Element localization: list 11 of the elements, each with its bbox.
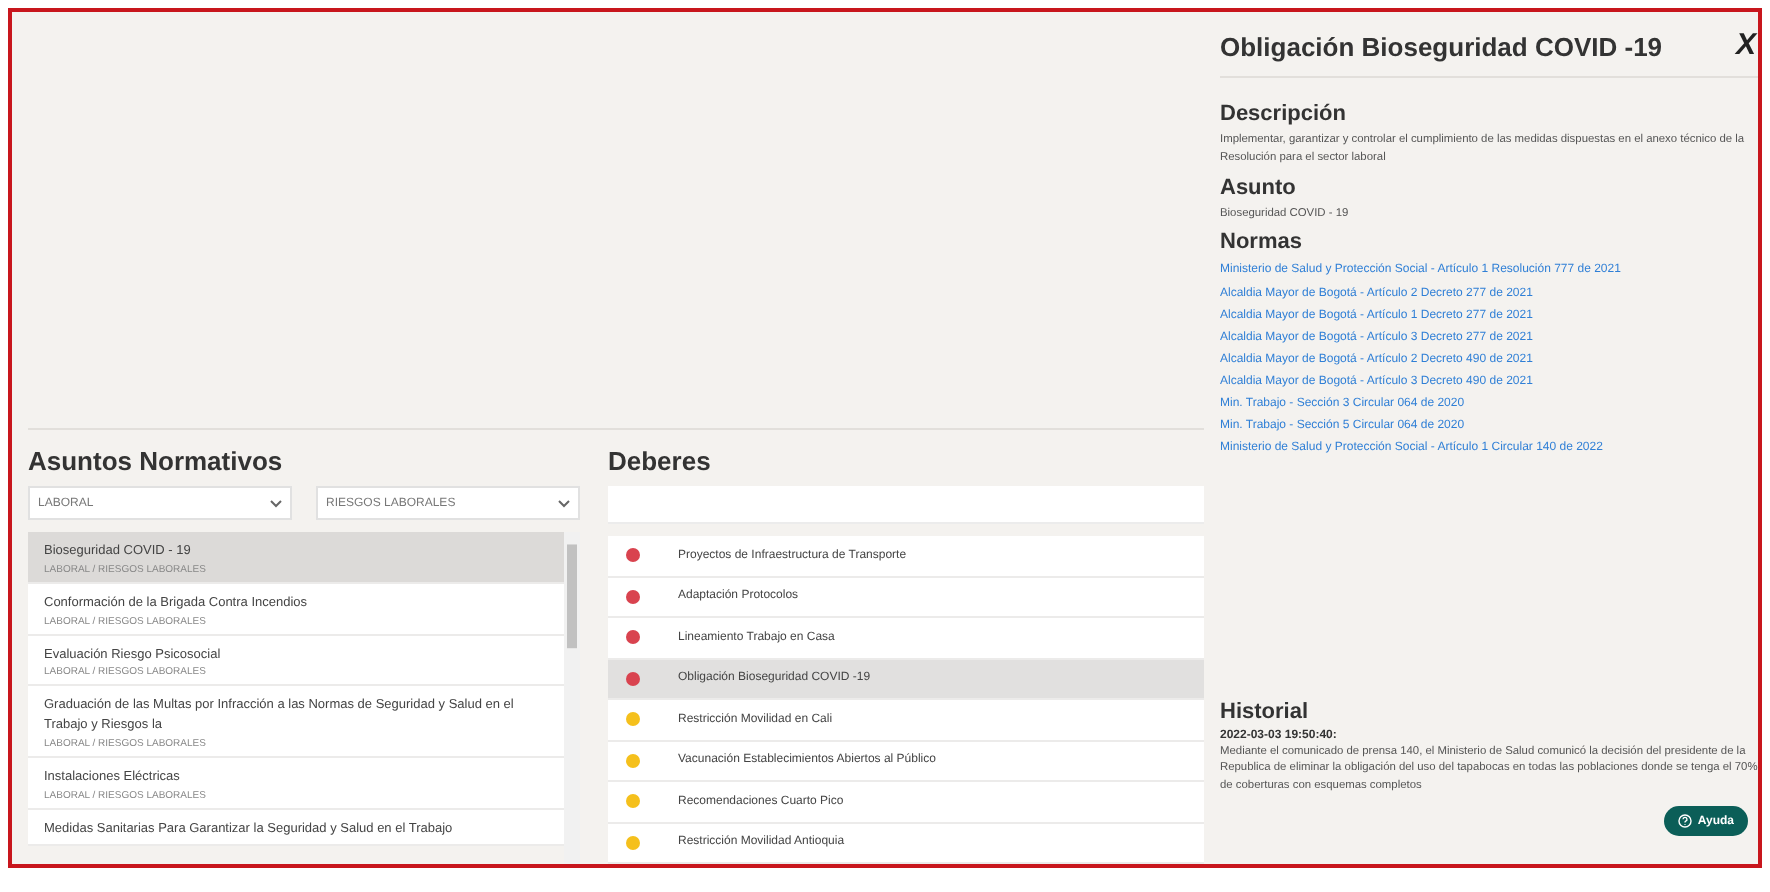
section-heading: Historial bbox=[1220, 699, 1311, 724]
section-heading: Descripción bbox=[1220, 102, 1348, 126]
section-heading: Normas bbox=[1220, 230, 1304, 255]
section-title: Deberes bbox=[608, 446, 713, 476]
section-heading: Asunto bbox=[1220, 175, 1298, 200]
section-title: Asuntos Normativos bbox=[28, 446, 285, 476]
chevron-down-icon bbox=[270, 499, 282, 507]
close-button[interactable]: X bbox=[1735, 28, 1758, 64]
help-icon bbox=[1677, 814, 1692, 828]
chevron-down-icon bbox=[558, 499, 570, 507]
panel-title: Obligación Bioseguridad COVID -19 bbox=[1220, 31, 1663, 61]
